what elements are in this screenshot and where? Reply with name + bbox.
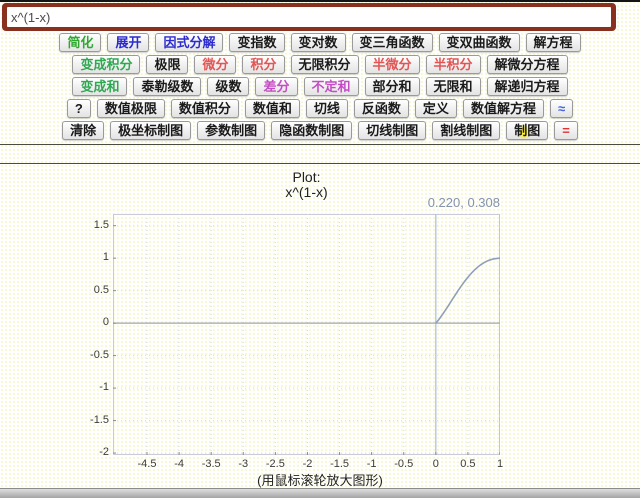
zoom-hint: (用鼠标滚轮放大图形)	[0, 470, 640, 489]
toolbar-button[interactable]: 级数	[207, 77, 249, 96]
toolbar-button[interactable]: 数值和	[245, 99, 300, 118]
top-border	[0, 0, 640, 2]
expression-input[interactable]	[7, 7, 611, 27]
plot-canvas[interactable]	[113, 214, 500, 455]
x-axis-tick-label: -4	[165, 458, 193, 470]
x-axis-tick-label: -1.5	[326, 458, 354, 470]
toolbar-button[interactable]: 半积分	[426, 55, 481, 74]
toolbar-button[interactable]: 定义	[415, 99, 457, 118]
plot-frame	[114, 215, 500, 455]
toolbar-button[interactable]: 微分	[194, 55, 236, 74]
x-axis-tick-label: -3.5	[197, 458, 225, 470]
toolbar-button[interactable]: 因式分解	[155, 33, 223, 52]
toolbar-button[interactable]: 参数制图	[197, 121, 265, 140]
toolbar-button[interactable]: 清除	[62, 121, 104, 140]
toolbar-row: 变成积分极限微分积分无限积分半微分半积分解微分方程	[0, 55, 640, 74]
y-axis-tick-label: -1.5	[71, 414, 109, 427]
toolbar-button[interactable]: 解方程	[526, 33, 581, 52]
cursor-coordinates: 0.220, 0.308	[113, 195, 500, 210]
toolbar-button[interactable]: 差分	[255, 77, 297, 96]
x-axis-tick-label: -1	[358, 458, 386, 470]
toolbar-button[interactable]: 隐函数制图	[271, 121, 352, 140]
plot-title: Plot:	[113, 170, 500, 185]
toolbar-button[interactable]: ≈	[550, 99, 573, 118]
toolbar-button[interactable]: 数值解方程	[463, 99, 544, 118]
toolbar-button[interactable]: 展开	[107, 33, 149, 52]
y-axis-tick-label: -1	[71, 381, 109, 394]
x-axis-tick-label: 0.5	[454, 458, 482, 470]
toolbar-button[interactable]: 解微分方程	[487, 55, 568, 74]
y-axis-tick-label: 1.5	[71, 219, 109, 232]
toolbar-button[interactable]: ?	[67, 99, 91, 118]
toolbar-row: 变成和泰勒级数级数差分不定和部分和无限和解递归方程	[0, 77, 640, 96]
x-axis-tick-label: -2	[293, 458, 321, 470]
toolbar-row: ? 数值极限数值积分数值和切线反函数定义数值解方程 ≈	[0, 99, 640, 118]
toolbar-button[interactable]: 数值极限	[97, 99, 165, 118]
y-axis-tick-label: -0.5	[71, 349, 109, 362]
y-axis-tick-label: 0.5	[71, 284, 109, 297]
toolbar-button[interactable]: 不定和	[304, 77, 359, 96]
toolbar-button[interactable]: 数值积分	[171, 99, 239, 118]
toolbar-button[interactable]: 变成积分	[72, 55, 140, 74]
toolbar-button[interactable]: 半微分	[365, 55, 420, 74]
toolbar-button[interactable]: =	[554, 121, 578, 140]
x-axis-tick-label: -3	[229, 458, 257, 470]
toolbar-button[interactable]: 部分和	[365, 77, 420, 96]
toolbar-button[interactable]: 无限和	[426, 77, 481, 96]
x-axis-tick-label: -2.5	[261, 458, 289, 470]
toolbar-row: 清除极坐标制图参数制图隐函数制图切线制图割线制图制图 =	[0, 121, 640, 140]
toolbar-button[interactable]: 变成和	[72, 77, 127, 96]
expression-input-frame	[2, 3, 616, 31]
toolbar-button[interactable]: 制图	[506, 121, 548, 140]
toolbar-button[interactable]: 极坐标制图	[110, 121, 191, 140]
toolbar-button[interactable]: 泰勒级数	[133, 77, 201, 96]
y-axis-tick-label: 0	[71, 316, 109, 329]
toolbar-button[interactable]: 变三角函数	[352, 33, 433, 52]
toolbar-button[interactable]: 积分	[242, 55, 284, 74]
y-axis-tick-label: -2	[71, 446, 109, 459]
toolbar-button[interactable]: 变对数	[291, 33, 346, 52]
x-axis-tick-label: 1	[486, 458, 514, 470]
toolbar-button[interactable]: 解递归方程	[487, 77, 568, 96]
x-axis-tick-label: -0.5	[390, 458, 418, 470]
toolbar-button[interactable]: 割线制图	[432, 121, 500, 140]
x-axis-tick-label: 0	[422, 458, 450, 470]
y-axis-tick-label: 1	[71, 251, 109, 264]
toolbar: 简化展开因式分解变指数变对数变三角函数变双曲函数解方程变成积分极限微分积分无限积…	[0, 33, 640, 143]
plot-region: Plot: x^(1-x) 0.220, 0.308 -4.5-4-3.5-3-…	[0, 164, 640, 489]
toolbar-button[interactable]: 切线制图	[358, 121, 426, 140]
x-axis-tick-label: -4.5	[133, 458, 161, 470]
app-window: 简化展开因式分解变指数变对数变三角函数变双曲函数解方程变成积分极限微分积分无限积…	[0, 0, 640, 498]
toolbar-row: 简化展开因式分解变指数变对数变三角函数变双曲函数解方程	[0, 33, 640, 52]
toolbar-button[interactable]: 简化	[59, 33, 101, 52]
divider	[0, 144, 640, 164]
horizontal-scrollbar[interactable]	[0, 488, 640, 498]
toolbar-button[interactable]: 反函数	[354, 99, 409, 118]
toolbar-button[interactable]: 切线	[306, 99, 348, 118]
toolbar-button[interactable]: 变指数	[229, 33, 284, 52]
toolbar-button[interactable]: 无限积分	[291, 55, 359, 74]
toolbar-button[interactable]: 极限	[146, 55, 188, 74]
toolbar-button[interactable]: 变双曲函数	[439, 33, 520, 52]
